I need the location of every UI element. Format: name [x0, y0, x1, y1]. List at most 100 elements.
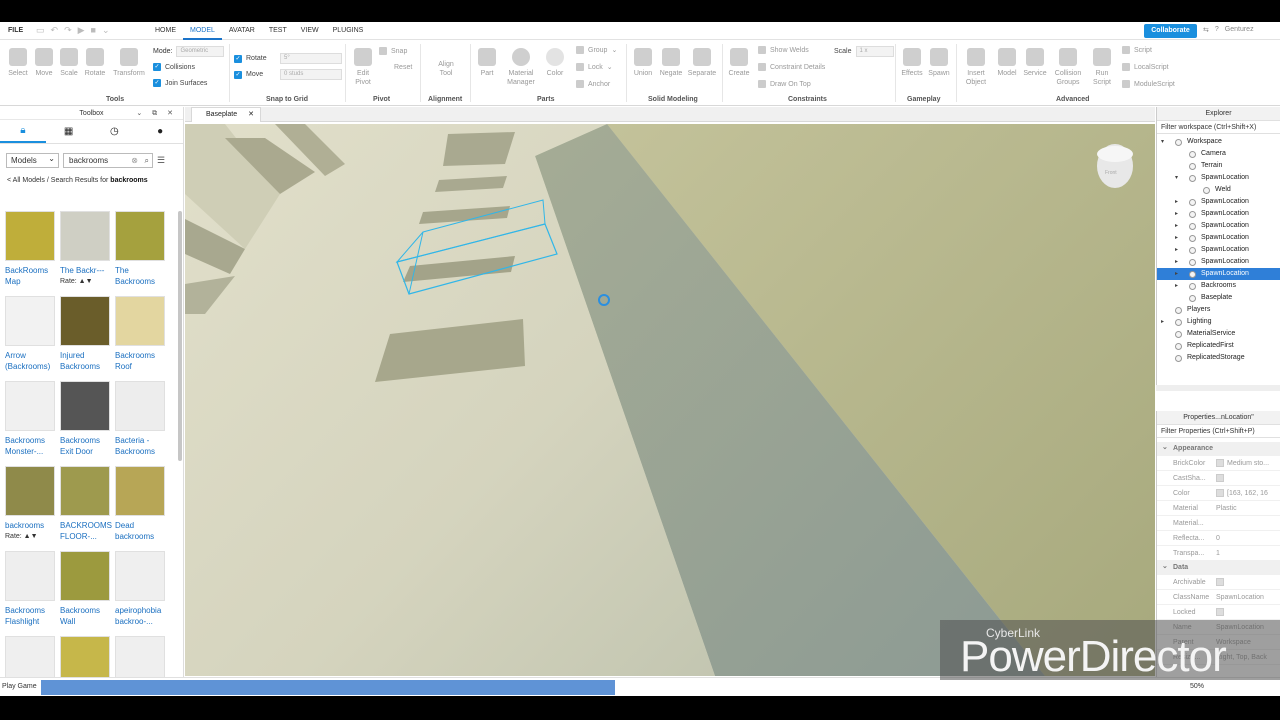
- draw-on-top-toggle[interactable]: Draw On Top: [758, 80, 811, 88]
- mode-control[interactable]: Mode: Geometric: [153, 46, 225, 57]
- checkbox-icon[interactable]: [1216, 489, 1224, 498]
- toolbox-item[interactable]: Dead backrooms: [115, 466, 167, 542]
- show-welds-toggle[interactable]: Show Welds: [758, 46, 809, 54]
- mode-select[interactable]: Geometric: [176, 46, 225, 57]
- property-value[interactable]: [163, 162, 16: [1216, 486, 1280, 501]
- 3d-viewport[interactable]: Front: [185, 124, 1155, 676]
- constraint-details-toggle[interactable]: Constraint Details: [758, 63, 825, 71]
- move-snap[interactable]: ✓ Move 0 studs: [234, 69, 342, 80]
- explorer-row[interactable]: ▾ SpawnLocation: [1157, 172, 1280, 184]
- tab-model[interactable]: MODEL: [183, 22, 222, 40]
- move-tool[interactable]: Move: [30, 48, 58, 78]
- run-script-button[interactable]: Run Script: [1089, 48, 1115, 87]
- property-row[interactable]: Material Plastic: [1157, 501, 1280, 516]
- expand-arrow-icon[interactable]: ▸: [1175, 256, 1178, 268]
- checkbox-icon[interactable]: [1216, 578, 1224, 587]
- toolbox-item[interactable]: apeirophobia backroo-...: [115, 551, 167, 627]
- checkbox-icon[interactable]: [1216, 474, 1224, 483]
- property-row[interactable]: Locked: [1157, 605, 1280, 620]
- item-thumbnail[interactable]: [5, 296, 55, 346]
- thumbs-icon[interactable]: ▲▼: [77, 278, 93, 285]
- explorer-row[interactable]: Baseplate: [1157, 292, 1280, 304]
- script-button[interactable]: Script: [1122, 46, 1152, 54]
- item-name[interactable]: Backrooms Flashlight: [5, 605, 57, 627]
- item-name[interactable]: Injured Backrooms: [60, 350, 112, 372]
- search-input[interactable]: backrooms ⊗ ⌕: [63, 153, 153, 168]
- expand-arrow-icon[interactable]: ▸: [1175, 196, 1178, 208]
- checkbox-icon[interactable]: [1216, 608, 1224, 617]
- item-name[interactable]: Backrooms Monster-...: [5, 435, 57, 457]
- property-value[interactable]: SpawnLocation: [1216, 590, 1280, 605]
- item-thumbnail[interactable]: [60, 381, 110, 431]
- filter-icon[interactable]: ☰: [157, 155, 165, 166]
- service-button[interactable]: Service: [1021, 48, 1049, 78]
- username[interactable]: Genturez: [1225, 26, 1254, 34]
- expand-arrow-icon[interactable]: ▸: [1175, 280, 1178, 292]
- rotate-increment-input[interactable]: 5°: [280, 53, 342, 64]
- explorer-row[interactable]: ▸ SpawnLocation: [1157, 220, 1280, 232]
- checkbox-icon[interactable]: [1216, 459, 1224, 468]
- properties-filter-input[interactable]: Filter Properties (Ctrl+Shift+P): [1157, 425, 1280, 438]
- explorer-row[interactable]: Players: [1157, 304, 1280, 316]
- property-row[interactable]: BrickColor Medium sto...: [1157, 456, 1280, 471]
- toolbox-item[interactable]: Injured Backrooms: [60, 296, 112, 372]
- help-icon[interactable]: ?: [1215, 26, 1219, 34]
- toolbox-item[interactable]: backrooms Rate: ▲▼: [5, 466, 57, 542]
- item-thumbnail[interactable]: [115, 636, 165, 677]
- separate-button[interactable]: Separate: [686, 48, 718, 78]
- property-row[interactable]: Color [163, 162, 16: [1157, 486, 1280, 501]
- customize-icon[interactable]: ⌄: [102, 25, 110, 36]
- explorer-row[interactable]: ▸ Backrooms: [1157, 280, 1280, 292]
- item-thumbnail[interactable]: [115, 381, 165, 431]
- explorer-row[interactable]: ▸ Lighting: [1157, 316, 1280, 328]
- explorer-filter-input[interactable]: Filter workspace (Ctrl+Shift+X): [1157, 121, 1280, 134]
- tab-view[interactable]: VIEW: [294, 22, 326, 40]
- explorer-row[interactable]: Camera: [1157, 148, 1280, 160]
- toolbox-item[interactable]: Backrooms Monster-...: [5, 381, 57, 457]
- tab-plugins[interactable]: PLUGINS: [326, 22, 371, 40]
- module-script-button[interactable]: ModuleScript: [1122, 80, 1175, 88]
- group-button[interactable]: Group ⌄: [576, 46, 617, 54]
- toolbox-item[interactable]: Backrooms Exit Door: [60, 381, 112, 457]
- item-name[interactable]: Arrow (Backrooms): [5, 350, 57, 372]
- explorer-row[interactable]: Weld: [1157, 184, 1280, 196]
- clear-icon[interactable]: ⊗: [131, 154, 138, 167]
- tab-avatar[interactable]: AVATAR: [222, 22, 262, 40]
- property-value[interactable]: Plastic: [1216, 501, 1280, 516]
- collapse-arrow-icon[interactable]: ▾: [1175, 172, 1178, 184]
- collaborate-button[interactable]: Collaborate: [1144, 24, 1197, 38]
- tab-marketplace-lock-icon[interactable]: 🔒︎: [0, 120, 46, 143]
- explorer-row[interactable]: ReplicatedFirst: [1157, 340, 1280, 352]
- explorer-row[interactable]: MaterialService: [1157, 328, 1280, 340]
- explorer-row[interactable]: Terrain: [1157, 160, 1280, 172]
- property-row[interactable]: CastSha...: [1157, 471, 1280, 486]
- collisions-toggle[interactable]: ✓ Collisions: [153, 63, 195, 71]
- local-script-button[interactable]: LocalScript: [1122, 63, 1169, 71]
- scale-tool[interactable]: Scale: [55, 48, 83, 78]
- tab-baseplate[interactable]: Baseplate ✕: [191, 107, 261, 122]
- item-name[interactable]: Backrooms Exit Door: [60, 435, 112, 457]
- item-thumbnail[interactable]: [60, 296, 110, 346]
- item-thumbnail[interactable]: [115, 211, 165, 261]
- property-row[interactable]: Reflecta... 0: [1157, 531, 1280, 546]
- property-value[interactable]: 1: [1216, 546, 1280, 561]
- select-tool[interactable]: Select: [4, 48, 32, 78]
- tab-inventory-grid-icon[interactable]: ▦: [46, 120, 92, 143]
- lock-button[interactable]: Lock ⌄: [576, 63, 613, 71]
- align-tool-button[interactable]: Align Tool: [432, 60, 460, 78]
- expand-arrow-icon[interactable]: ▸: [1161, 316, 1164, 328]
- toolbox-item[interactable]: Backrooms Wall: [60, 551, 112, 627]
- reset-pivot-button[interactable]: Reset: [384, 64, 412, 71]
- toolbox-item[interactable]: Backrooms Flashlight: [5, 551, 57, 627]
- rotate-snap[interactable]: ✓ Rotate 5°: [234, 53, 342, 64]
- item-name[interactable]: BackRooms Map: [5, 265, 57, 287]
- property-value[interactable]: [1216, 575, 1280, 590]
- undo-icon[interactable]: ↶: [51, 25, 59, 36]
- expand-arrow-icon[interactable]: ▸: [1175, 220, 1178, 232]
- item-thumbnail[interactable]: [115, 551, 165, 601]
- tab-test[interactable]: TEST: [262, 22, 294, 40]
- explorer-row[interactable]: ▸ SpawnLocation: [1157, 268, 1280, 280]
- property-value[interactable]: 0: [1216, 531, 1280, 546]
- toolbox-item[interactable]: [115, 636, 167, 677]
- spawn-button[interactable]: Spawn: [926, 48, 952, 78]
